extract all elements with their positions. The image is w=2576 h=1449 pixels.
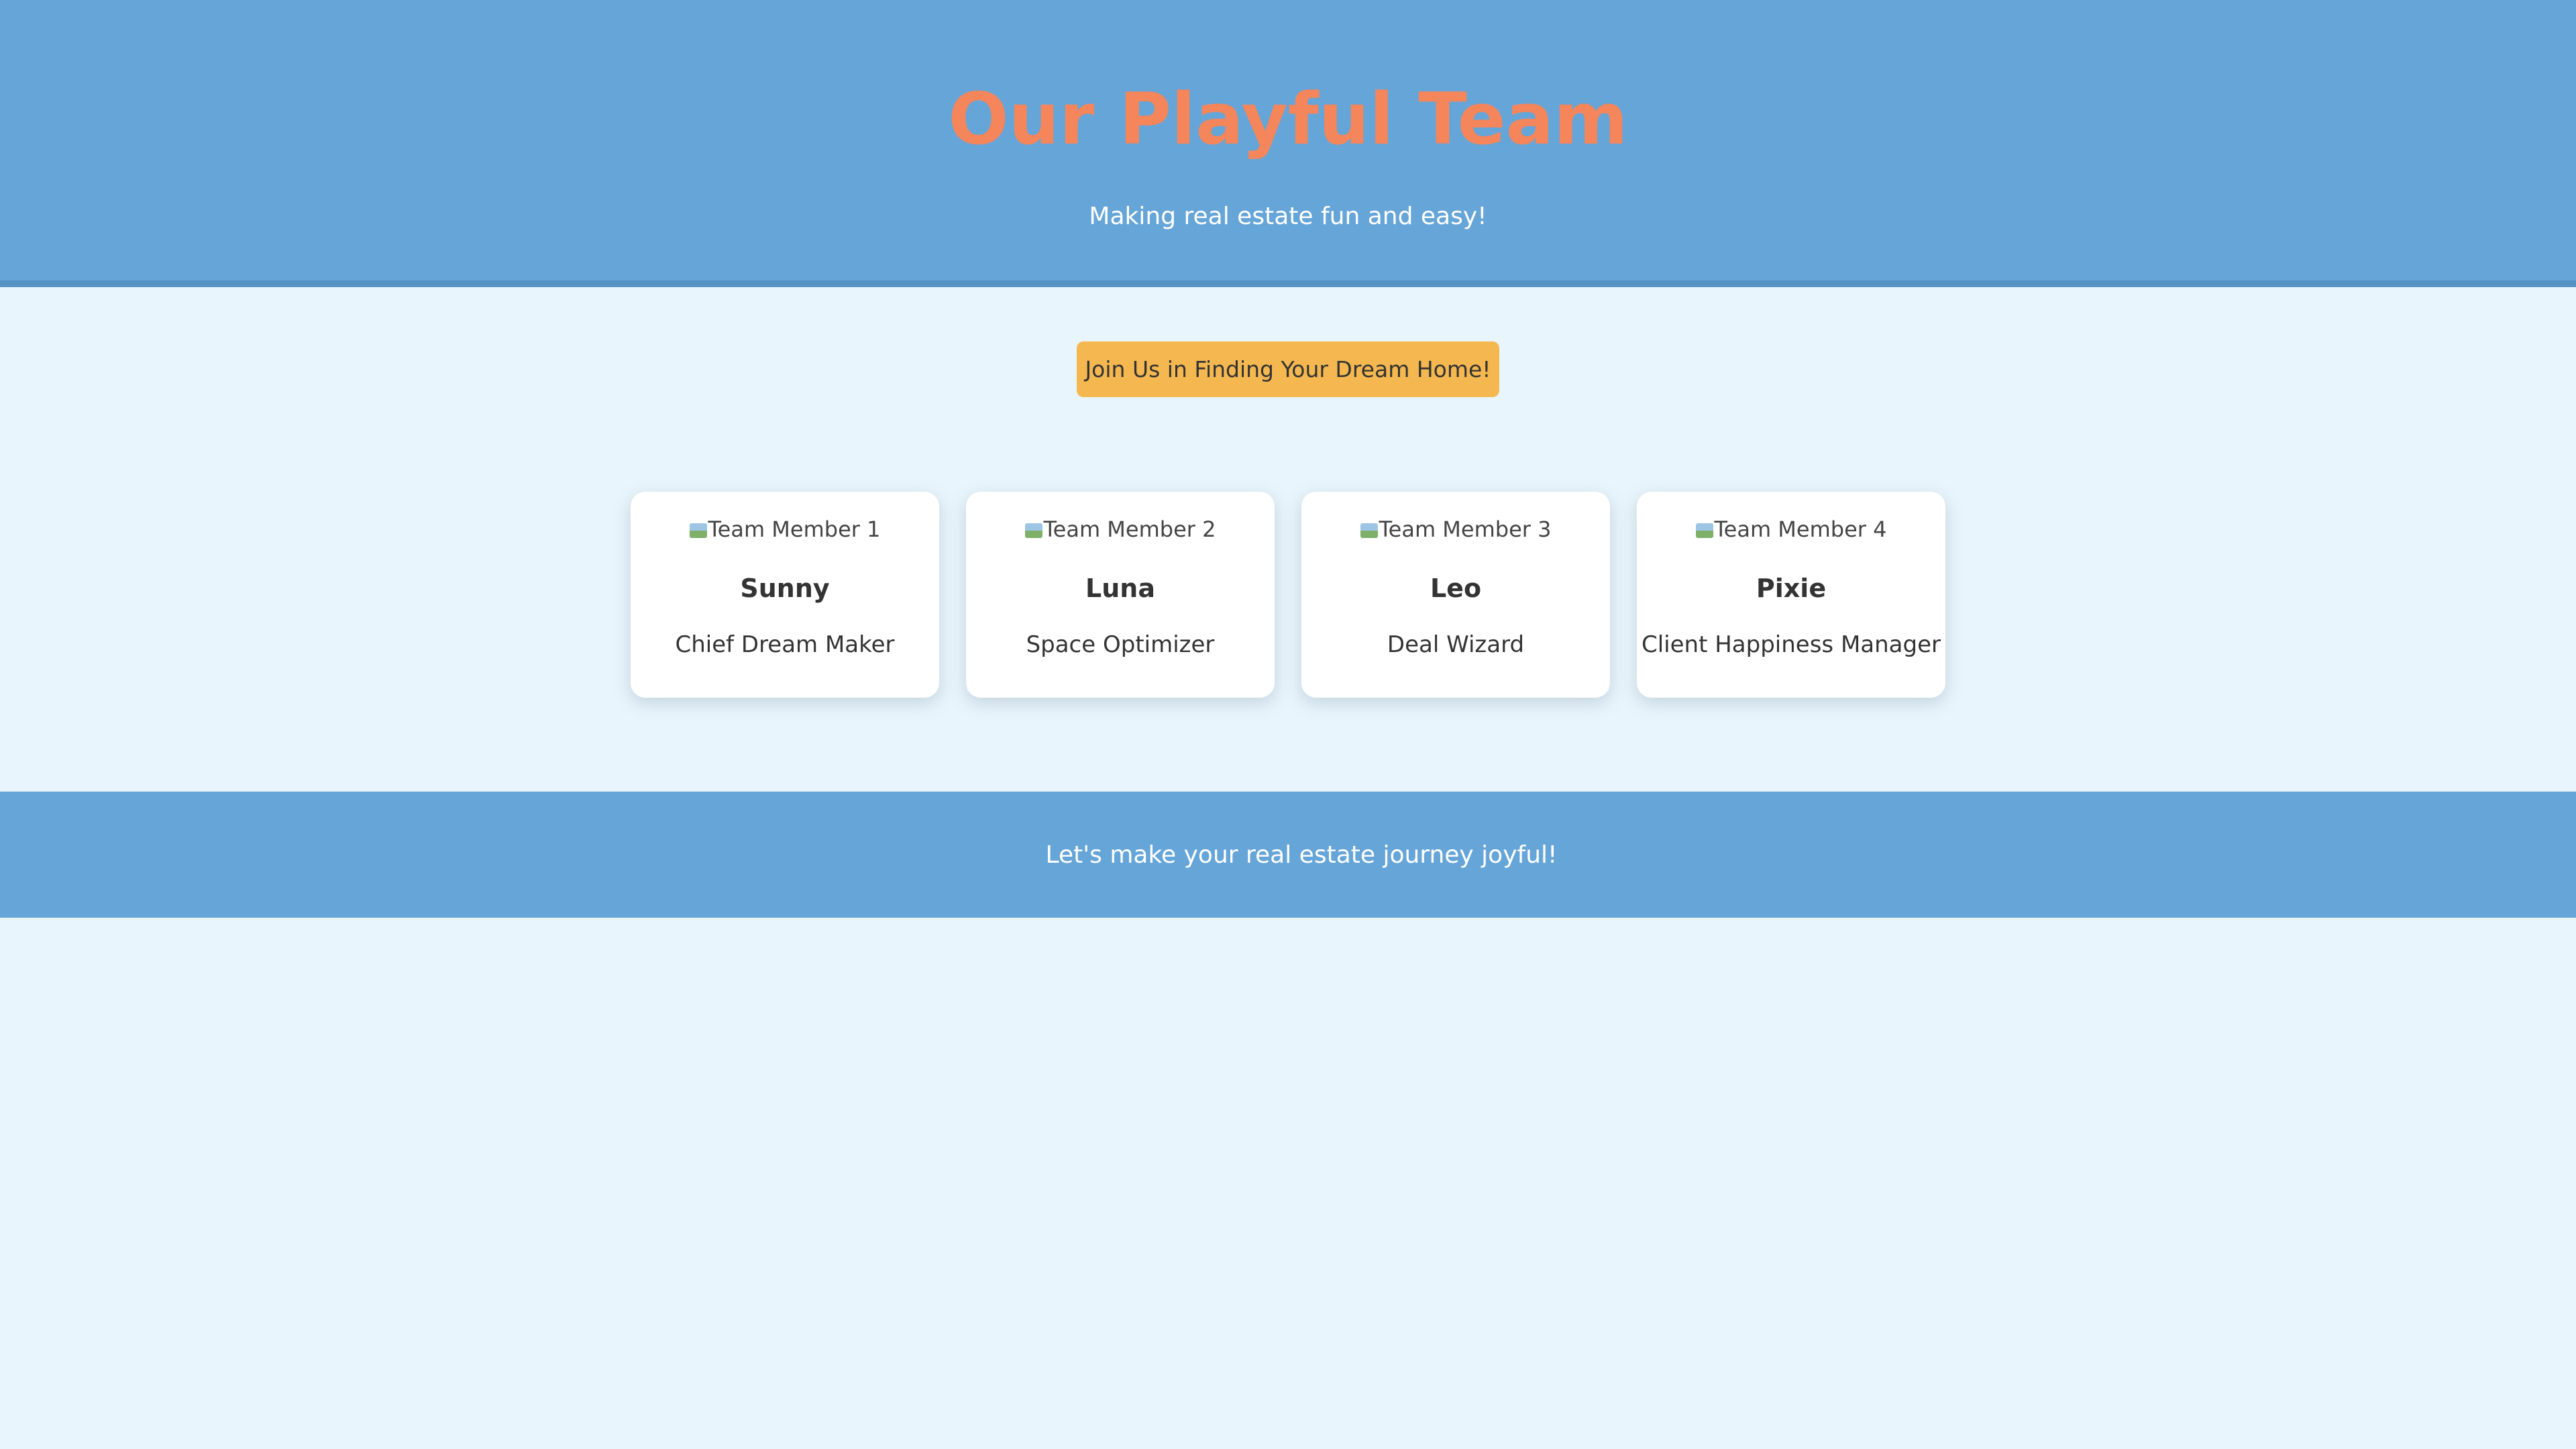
team-member-image: Team Member 4 <box>1637 515 1945 544</box>
team-member-role: Chief Dream Maker <box>675 631 895 658</box>
broken-image-icon <box>1024 523 1042 538</box>
image-alt-text: Team Member 4 <box>1714 517 1887 542</box>
team-member-name: Luna <box>1085 574 1155 603</box>
team-card-leo: Team Member 3 Leo Deal Wizard <box>1301 492 1610 698</box>
image-alt-text: Team Member 3 <box>1379 517 1552 542</box>
team-card-pixie: Team Member 4 Pixie Client Happiness Man… <box>1637 492 1945 698</box>
team-member-image: Team Member 2 <box>966 515 1275 544</box>
page-title: Our Playful Team <box>948 78 1628 160</box>
team-card-luna: Team Member 2 Luna Space Optimizer <box>966 492 1275 698</box>
team-member-image: Team Member 3 <box>1301 515 1610 544</box>
team-card-sunny: Team Member 1 Sunny Chief Dream Maker <box>631 492 939 698</box>
team-member-name: Leo <box>1430 574 1482 603</box>
team-member-name: Pixie <box>1756 574 1827 603</box>
team-member-role: Space Optimizer <box>1026 631 1215 658</box>
broken-image-icon <box>689 523 707 538</box>
broken-image-icon <box>1360 523 1378 538</box>
team-member-name: Sunny <box>740 574 830 603</box>
page-header: Our Playful Team Making real estate fun … <box>0 0 2576 287</box>
broken-image-icon <box>1695 523 1713 538</box>
team-member-role: Client Happiness Manager <box>1642 631 1941 658</box>
footer-text: Let's make your real estate journey joyf… <box>1045 841 1558 869</box>
join-us-button[interactable]: Join Us in Finding Your Dream Home! <box>1077 341 1499 397</box>
team-cards: Team Member 1 Sunny Chief Dream Maker Te… <box>631 492 1945 698</box>
image-alt-text: Team Member 1 <box>708 517 881 542</box>
image-alt-text: Team Member 2 <box>1043 517 1216 542</box>
page-subtitle: Making real estate fun and easy! <box>1089 203 1487 230</box>
page-footer: Let's make your real estate journey joyf… <box>0 792 2576 918</box>
team-member-role: Deal Wizard <box>1387 631 1525 658</box>
team-member-image: Team Member 1 <box>631 515 939 544</box>
